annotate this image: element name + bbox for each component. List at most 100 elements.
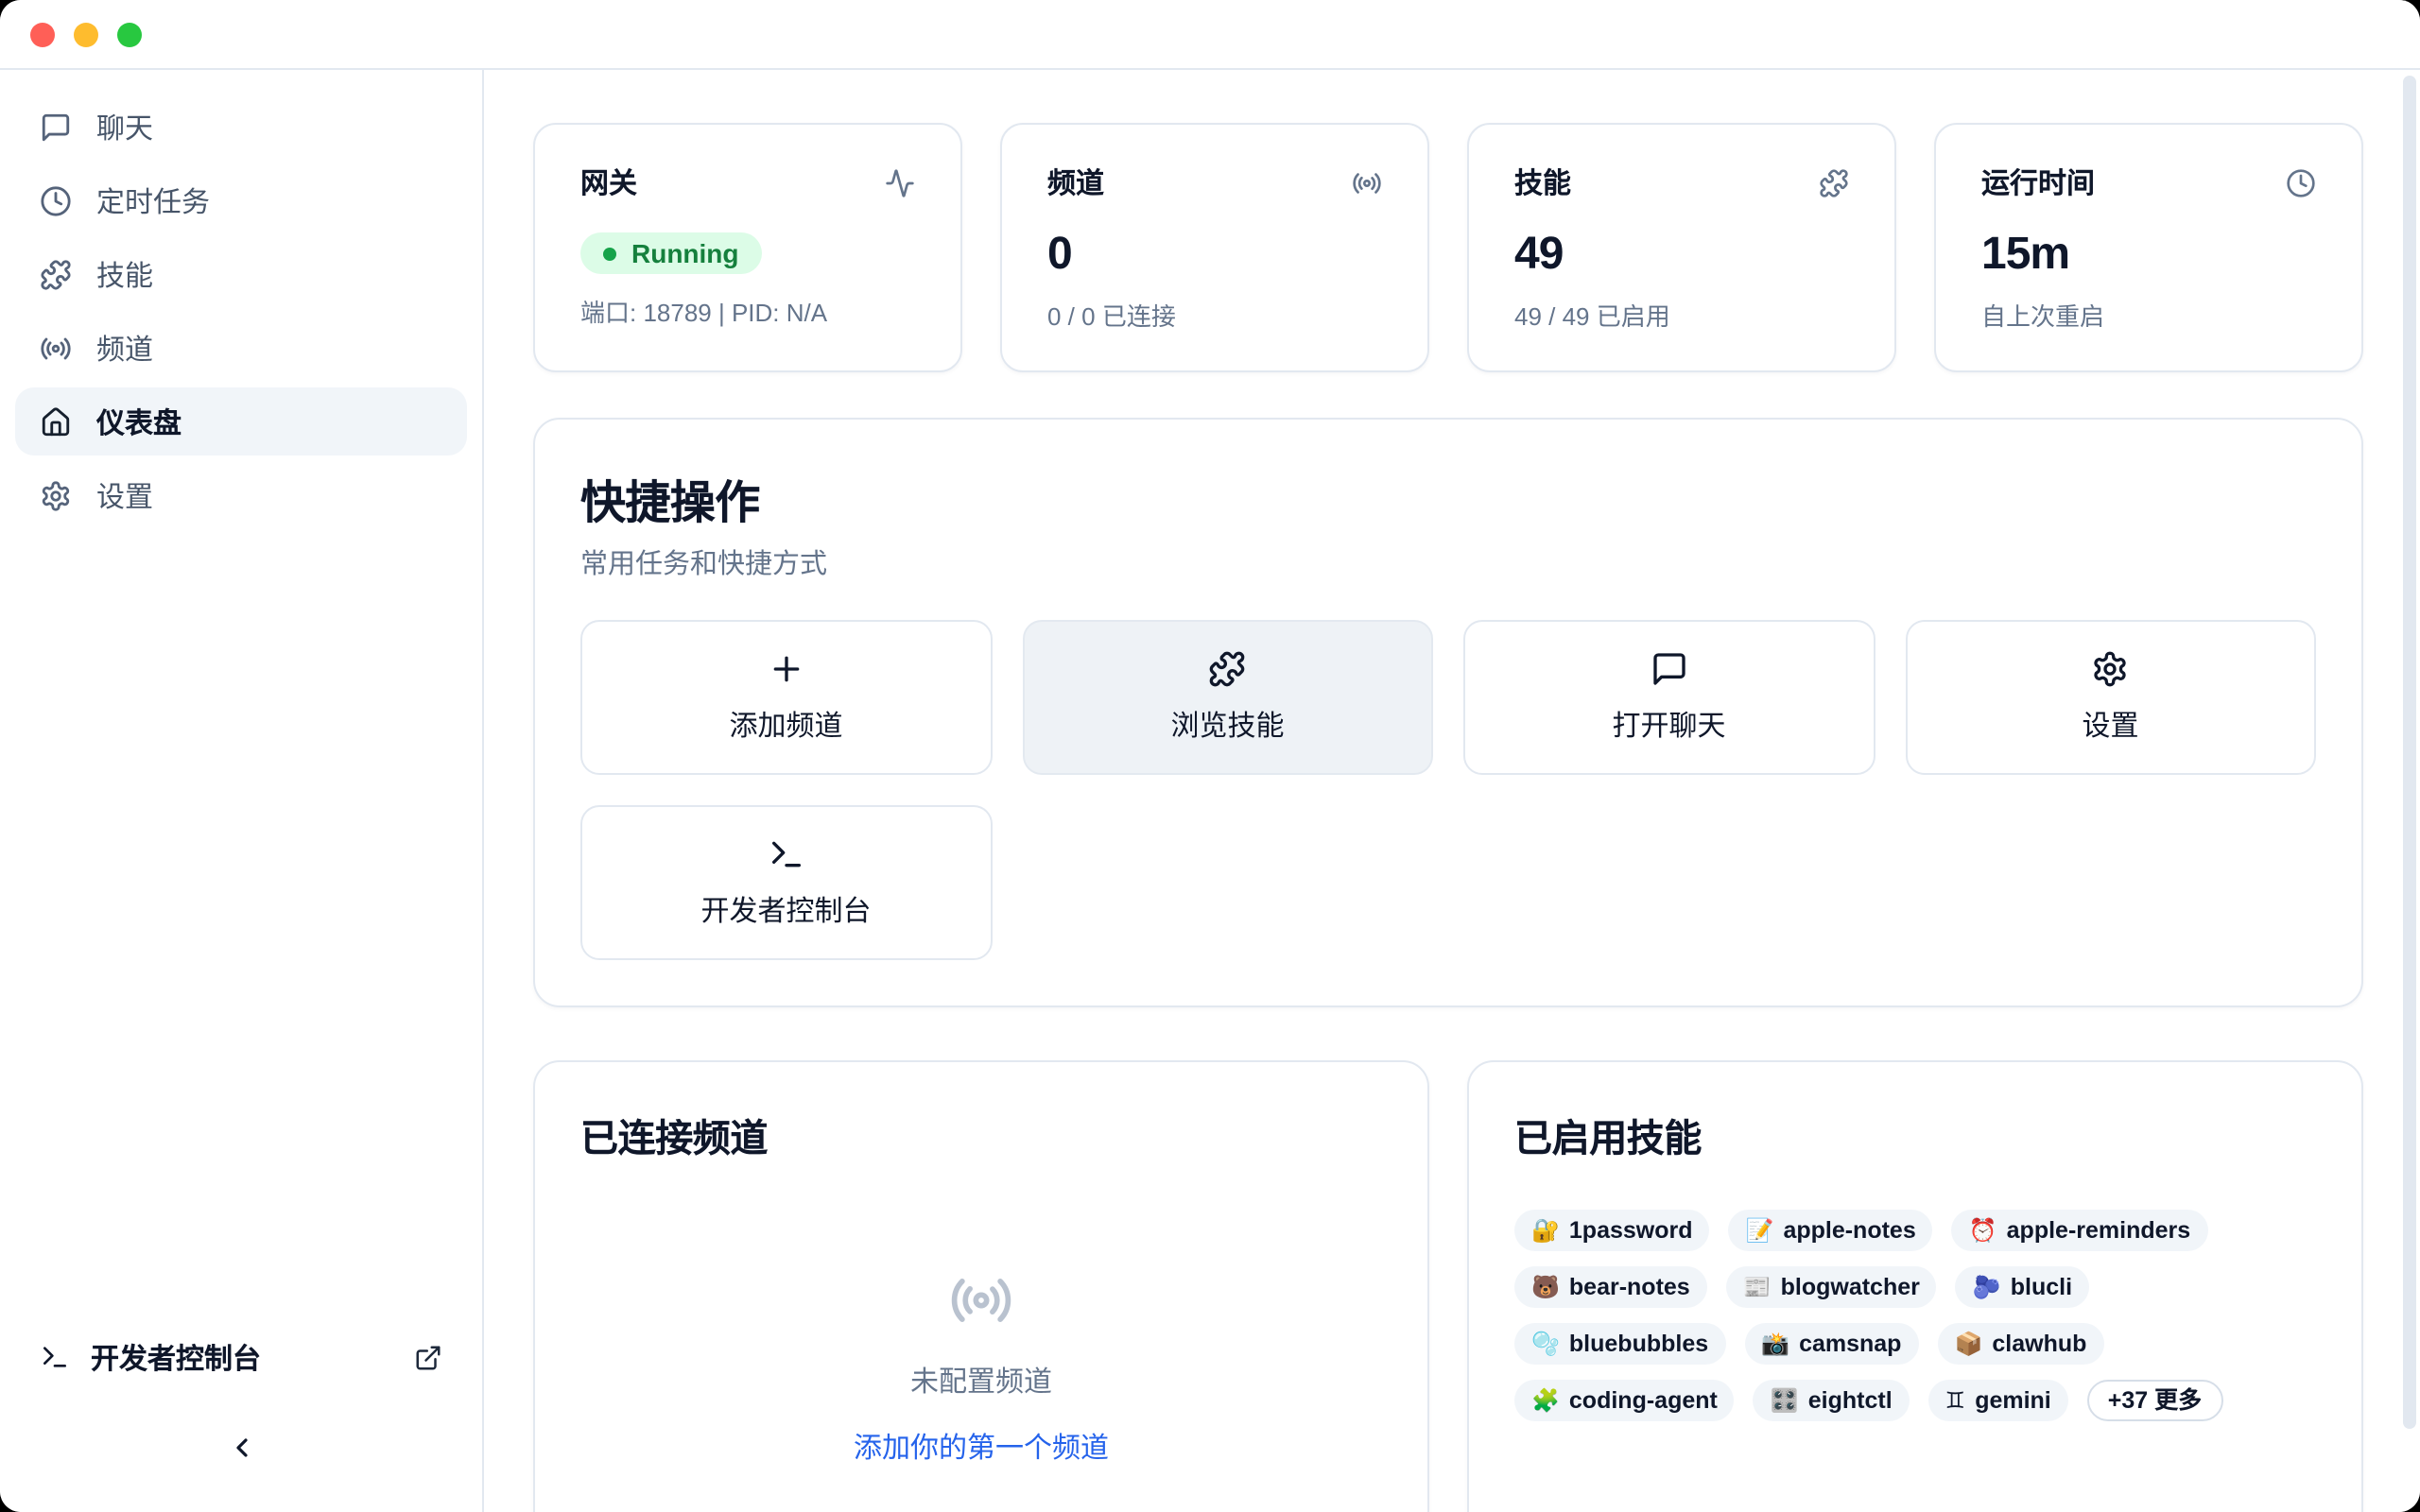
skills-pill-list: 🔐1password 📝apple-notes ⏰apple-reminders…	[1514, 1210, 2316, 1421]
quick-action-label: 打开聊天	[1612, 705, 1725, 745]
skill-pill: ⏰apple-reminders	[1952, 1210, 2207, 1251]
terminal-icon	[40, 1342, 70, 1372]
puzzle-icon	[40, 258, 72, 290]
quick-action-browse-skills[interactable]: 浏览技能	[1022, 620, 1433, 775]
plus-icon	[768, 650, 805, 688]
skill-pill: 📝apple-notes	[1729, 1210, 1933, 1251]
stat-card-uptime: 运行时间 15m 自上次重启	[1934, 123, 2363, 372]
external-link-icon[interactable]	[414, 1343, 442, 1371]
skill-pill: 🫧bluebubbles	[1514, 1323, 1725, 1365]
sidebar-dev-console[interactable]: 开发者控制台	[15, 1323, 467, 1391]
stat-title: 频道	[1047, 163, 1104, 202]
sidebar-item-label: 聊天	[96, 107, 153, 146]
skill-pill: 📰blogwatcher	[1726, 1266, 1937, 1308]
sidebar-item-channels[interactable]: 频道	[15, 314, 467, 382]
sidebar-item-scheduled-tasks[interactable]: 定时任务	[15, 166, 467, 234]
sidebar-item-settings[interactable]: 设置	[15, 461, 467, 529]
stat-card-gateway: 网关 Running 端口: 18789 | PID: N/A	[533, 123, 962, 372]
stat-card-skills: 技能 49 49 / 49 已启用	[1467, 123, 1896, 372]
app-window: 聊天 定时任务 技能	[0, 0, 2420, 1512]
message-square-icon	[1651, 650, 1688, 688]
quick-action-settings[interactable]: 设置	[1905, 620, 2316, 775]
empty-state-text: 未配置频道	[910, 1361, 1052, 1400]
connected-channels-card: 已连接频道 未配置频道 添加你的第一个频道	[533, 1060, 1429, 1512]
lock-with-key-icon: 🔐	[1531, 1215, 1560, 1246]
gear-icon	[2092, 650, 2130, 688]
enabled-skills-card: 已启用技能 🔐1password 📝apple-notes ⏰apple-rem…	[1467, 1060, 2363, 1512]
clock-icon	[40, 184, 72, 216]
gear-icon	[40, 479, 72, 511]
sidebar-collapse-button[interactable]	[15, 1414, 467, 1482]
quick-actions-card: 快捷操作 常用任务和快捷方式 添加频道	[533, 418, 2363, 1007]
puzzle-piece-icon: 🧩	[1531, 1385, 1560, 1416]
radio-icon	[1352, 167, 1382, 198]
sidebar-item-label: 频道	[96, 328, 153, 368]
stat-title: 运行时间	[1981, 163, 2095, 202]
skill-pill: 📦clawhub	[1937, 1323, 2103, 1365]
quick-action-label: 添加频道	[729, 705, 842, 745]
puzzle-icon	[1819, 167, 1849, 198]
sidebar-item-dashboard[interactable]: 仪表盘	[15, 387, 467, 455]
stat-title: 技能	[1514, 163, 1571, 202]
quick-action-dev-console[interactable]: 开发者控制台	[580, 805, 992, 960]
enabled-skills-title: 已启用技能	[1514, 1108, 2316, 1162]
chevron-left-icon	[226, 1433, 256, 1463]
channels-empty-state: 未配置频道 添加你的第一个频道	[580, 1268, 1382, 1467]
quick-actions-grid: 添加频道 浏览技能 打开聊天	[580, 620, 2316, 960]
minimize-button[interactable]	[74, 22, 98, 46]
sidebar-item-label: 仪表盘	[96, 402, 182, 441]
sidebar-item-label: 技能	[96, 254, 153, 294]
bottom-row: 已连接频道 未配置频道 添加你的第一个频道 已启用技能 🔐1passwo	[533, 1060, 2363, 1512]
dev-console-label: 开发者控制台	[91, 1337, 261, 1377]
quick-actions-title: 快捷操作	[580, 465, 2316, 531]
message-square-icon	[40, 111, 72, 143]
bear-icon: 🐻	[1531, 1272, 1560, 1302]
sidebar-item-chat[interactable]: 聊天	[15, 93, 467, 161]
skill-pill: ♊gemini	[1928, 1380, 2068, 1421]
radio-icon	[949, 1268, 1013, 1332]
camera-flash-icon: 📸	[1761, 1329, 1789, 1359]
quick-actions-subtitle: 常用任务和快捷方式	[580, 542, 2316, 582]
package-icon: 📦	[1954, 1329, 1982, 1359]
sidebar-item-label: 定时任务	[96, 180, 210, 220]
stat-title: 网关	[580, 163, 637, 202]
skill-pill: 🔐1password	[1514, 1210, 1710, 1251]
activity-icon	[885, 167, 915, 198]
sidebar: 聊天 定时任务 技能	[0, 70, 484, 1512]
sidebar-item-skills[interactable]: 技能	[15, 240, 467, 308]
window-controls	[30, 22, 142, 46]
status-badge-label: Running	[631, 238, 739, 268]
titlebar	[0, 0, 2420, 70]
skill-pill: 🫐blucli	[1956, 1266, 2089, 1308]
skill-pill: 📸camsnap	[1744, 1323, 1918, 1365]
quick-action-label: 开发者控制台	[700, 890, 871, 930]
maximize-button[interactable]	[117, 22, 142, 46]
home-icon	[40, 405, 72, 438]
add-first-channel-link[interactable]: 添加你的第一个频道	[854, 1427, 1109, 1467]
skill-pill: 🧩coding-agent	[1514, 1380, 1735, 1421]
vertical-scrollbar[interactable]	[2403, 76, 2416, 1429]
quick-action-label: 设置	[2082, 705, 2138, 745]
status-badge: Running	[580, 232, 762, 274]
quick-action-add-channel[interactable]: 添加频道	[580, 620, 992, 775]
status-dot-icon	[603, 247, 616, 260]
terminal-icon	[768, 835, 805, 873]
more-skills-button[interactable]: +37 更多	[2087, 1380, 2222, 1421]
stat-value: 15m	[1981, 229, 2316, 284]
stat-value: 49	[1514, 229, 1849, 284]
skill-pill: 🎛️eightctl	[1754, 1380, 1910, 1421]
newspaper-icon: 📰	[1743, 1272, 1772, 1302]
sidebar-item-label: 设置	[96, 475, 153, 515]
stat-sub: 端口: 18789 | PID: N/A	[580, 293, 915, 329]
quick-action-open-chat[interactable]: 打开聊天	[1463, 620, 1875, 775]
stat-sub: 49 / 49 已启用	[1514, 297, 1849, 333]
radio-icon	[40, 332, 72, 364]
stat-sub: 0 / 0 已连接	[1047, 297, 1382, 333]
bubbles-icon: 🫧	[1531, 1329, 1560, 1359]
dashboard-main: 网关 Running 端口: 18789 | PID: N/A	[484, 70, 2420, 1512]
close-button[interactable]	[30, 22, 55, 46]
skill-pill: 🐻bear-notes	[1514, 1266, 1707, 1308]
stat-value: 0	[1047, 229, 1382, 284]
gemini-icon: ♊	[1945, 1385, 1966, 1416]
quick-action-label: 浏览技能	[1170, 705, 1284, 745]
